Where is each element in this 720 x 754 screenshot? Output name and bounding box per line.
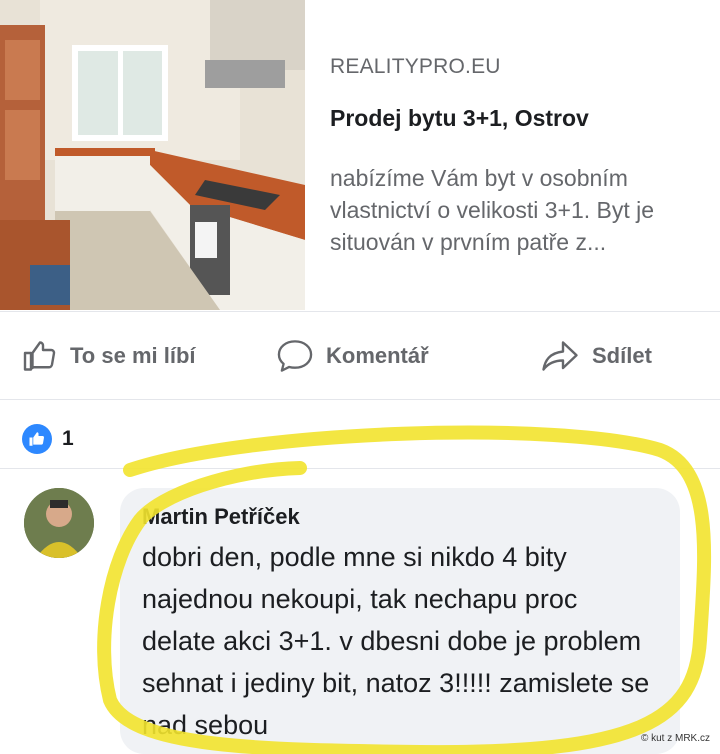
reaction-count: 1	[62, 427, 74, 450]
avatar-image	[24, 488, 94, 558]
link-headline[interactable]: Prodej bytu 3+1, Ostrov	[330, 105, 700, 132]
post-action-bar: To se mi líbí Komentář Sdílet	[0, 312, 720, 400]
comment-text: dobri den, podle mne si nikdo 4 bity naj…	[142, 542, 650, 740]
link-description: nabízíme Vám byt v osobním vlastnictví o…	[330, 165, 655, 255]
thumbs-up-icon	[23, 341, 56, 371]
link-preview-card[interactable]: REALITYPRO.EU Prodej bytu 3+1, Ostrov na…	[0, 0, 720, 312]
divider	[0, 468, 720, 469]
like-button[interactable]: To se mi líbí	[22, 334, 196, 378]
avatar[interactable]	[24, 488, 94, 558]
watermark: © kut z MRK.cz	[640, 733, 710, 744]
comment-icon	[277, 340, 313, 372]
kitchen-photo[interactable]	[0, 0, 305, 310]
share-icon	[542, 341, 578, 371]
comment-button[interactable]: Komentář	[276, 334, 429, 378]
share-button[interactable]: Sdílet	[540, 334, 652, 378]
comment-author[interactable]: Martin Petříček	[142, 504, 658, 530]
like-reaction-icon	[22, 424, 52, 454]
comment-bubble: Martin Petříček dobri den, podle mne si …	[120, 488, 680, 754]
comment-label: Komentář	[326, 343, 429, 368]
thumbs-up-icon	[29, 432, 44, 446]
reactions-summary[interactable]: 1	[22, 424, 74, 454]
link-domain: REALITYPRO.EU	[330, 55, 501, 78]
share-label: Sdílet	[592, 343, 652, 368]
kitchen-illustration	[0, 0, 305, 310]
like-label: To se mi líbí	[70, 343, 196, 368]
